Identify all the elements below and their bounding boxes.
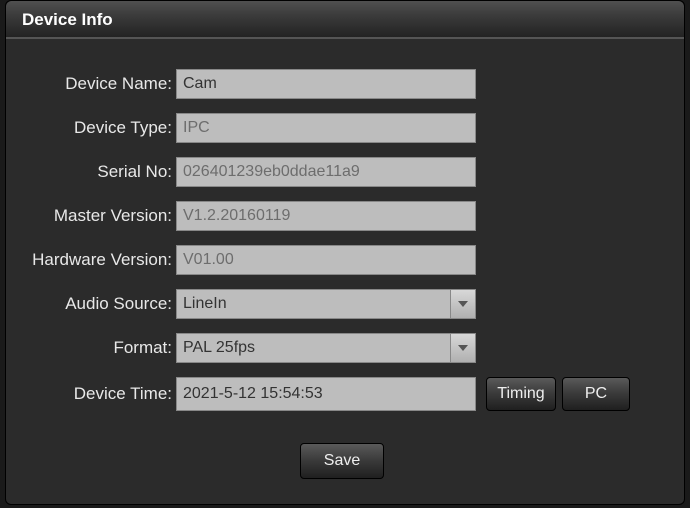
chevron-down-icon bbox=[458, 345, 468, 351]
label-device-name: Device Name: bbox=[6, 74, 176, 94]
row-device-name: Device Name: Cam bbox=[6, 69, 664, 99]
hardware-version-field: V01.00 bbox=[176, 245, 476, 275]
save-button[interactable]: Save bbox=[300, 443, 384, 479]
chevron-down-icon bbox=[458, 301, 468, 307]
master-version-field: V1.2.20160119 bbox=[176, 201, 476, 231]
format-select[interactable]: PAL 25fps bbox=[176, 333, 476, 363]
row-serial-no: Serial No: 026401239eb0ddae11a9 bbox=[6, 157, 664, 187]
format-dropdown-button[interactable] bbox=[450, 333, 476, 363]
label-audio-source: Audio Source: bbox=[6, 294, 176, 314]
pc-button[interactable]: PC bbox=[562, 377, 630, 411]
row-device-time: Device Time: 2021-5-12 15:54:53 Timing P… bbox=[6, 377, 664, 411]
audio-source-select[interactable]: LineIn bbox=[176, 289, 476, 319]
device-info-panel: Device Info Device Name: Cam Device Type… bbox=[5, 0, 685, 505]
format-value: PAL 25fps bbox=[176, 333, 450, 363]
label-master-version: Master Version: bbox=[6, 206, 176, 226]
row-master-version: Master Version: V1.2.20160119 bbox=[6, 201, 664, 231]
row-hardware-version: Hardware Version: V01.00 bbox=[6, 245, 664, 275]
label-device-type: Device Type: bbox=[6, 118, 176, 138]
timing-button[interactable]: Timing bbox=[486, 377, 556, 411]
device-time-field[interactable]: 2021-5-12 15:54:53 bbox=[176, 377, 476, 411]
panel-title: Device Info bbox=[6, 1, 684, 39]
audio-source-dropdown-button[interactable] bbox=[450, 289, 476, 319]
audio-source-value: LineIn bbox=[176, 289, 450, 319]
panel-body: Device Name: Cam Device Type: IPC Serial… bbox=[6, 39, 684, 499]
row-device-type: Device Type: IPC bbox=[6, 113, 664, 143]
serial-no-field: 026401239eb0ddae11a9 bbox=[176, 157, 476, 187]
label-device-time: Device Time: bbox=[6, 384, 176, 404]
device-type-field: IPC bbox=[176, 113, 476, 143]
label-serial-no: Serial No: bbox=[6, 162, 176, 182]
row-format: Format: PAL 25fps bbox=[6, 333, 664, 363]
label-hardware-version: Hardware Version: bbox=[6, 250, 176, 270]
row-audio-source: Audio Source: LineIn bbox=[6, 289, 664, 319]
label-format: Format: bbox=[6, 338, 176, 358]
device-name-input[interactable]: Cam bbox=[176, 69, 476, 99]
